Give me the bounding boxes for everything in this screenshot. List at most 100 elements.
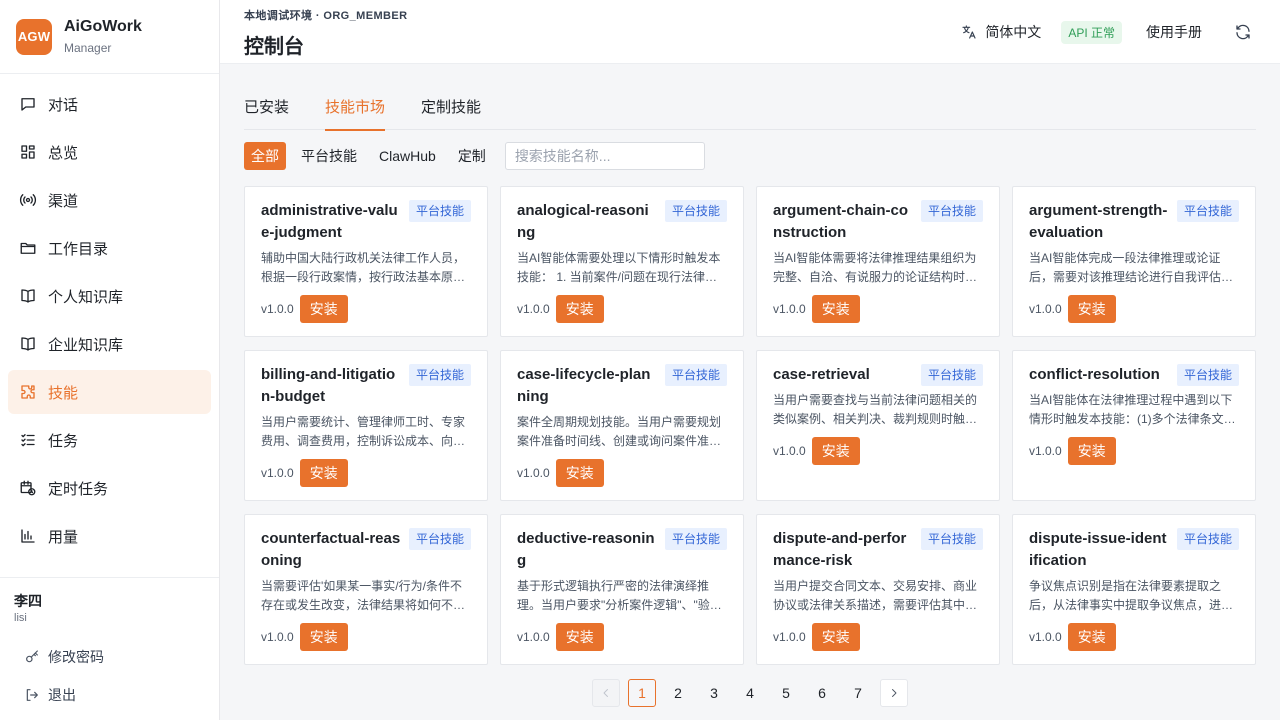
skill-description: 当用户需要查找与当前法律问题相关的类似案例、相关判决、裁判规则时触发本技能。: [773, 393, 978, 426]
install-button[interactable]: 安装: [555, 459, 604, 487]
install-button[interactable]: 安装: [1067, 623, 1116, 651]
sidebar-item-label: 个人知识库: [48, 288, 124, 306]
skill-card[interactable]: dispute-and-performance-risk 平台技能 当用户提交合同文…: [756, 514, 1000, 665]
skill-search-input[interactable]: [504, 142, 705, 170]
install-button[interactable]: 安装: [811, 295, 860, 323]
page-number[interactable]: 2: [664, 679, 692, 707]
sidebar-item-label: 技能: [48, 384, 79, 402]
skill-card[interactable]: analogical-reasoning 平台技能 当AI智能体需要处理以下情形时触…: [500, 186, 744, 337]
skill-name: conflict-resolution: [1029, 366, 1160, 383]
skill-source-badge: 平台技能: [408, 364, 471, 386]
skill-source-badge: 平台技能: [920, 364, 983, 386]
skill-version: v1.0.0: [773, 630, 806, 644]
install-button[interactable]: 安装: [299, 295, 348, 323]
page-number[interactable]: 6: [808, 679, 836, 707]
filter-chip[interactable]: 全部: [244, 142, 286, 170]
sidebar-item-label: 任务: [48, 432, 79, 450]
skill-card[interactable]: billing-and-litigation-budget 平台技能 当用户需要统计…: [244, 350, 488, 501]
sidebar-item-4[interactable]: 工作目录: [8, 226, 211, 270]
refresh-icon: [1236, 24, 1250, 40]
next-page-button[interactable]: [880, 679, 908, 707]
page-number[interactable]: 7: [844, 679, 872, 707]
sidebar-item-8[interactable]: 任务: [8, 418, 211, 462]
skill-name: administrative-value-judgment: [261, 202, 398, 241]
checklist-icon: [18, 430, 38, 450]
filter-chip[interactable]: 平台技能: [294, 142, 364, 170]
sidebar-item-9[interactable]: 定时任务: [8, 466, 211, 510]
sidebar-item-label: 对话: [48, 96, 79, 114]
skill-card[interactable]: conflict-resolution 平台技能 当AI智能体在法律推理过程中遇到以…: [1012, 350, 1256, 501]
skill-name: billing-and-litigation-budget: [261, 366, 396, 405]
tab-1[interactable]: 已安装: [244, 90, 289, 130]
book-icon: [18, 286, 38, 306]
sidebar-item-6[interactable]: 企业知识库: [8, 322, 211, 366]
skill-version: v1.0.0: [261, 466, 294, 480]
user-display-name: 李四: [14, 593, 42, 609]
prev-page-button[interactable]: [592, 679, 620, 707]
install-button[interactable]: 安装: [811, 437, 860, 465]
skill-card[interactable]: administrative-value-judgment 平台技能 辅助中国大陆行…: [244, 186, 488, 337]
filter-chip[interactable]: 定制: [451, 142, 493, 170]
folder-icon: [18, 238, 38, 258]
sidebar-item-3[interactable]: 渠道: [8, 178, 211, 222]
chat-icon: [18, 94, 38, 114]
logout-label: 退出: [48, 687, 76, 703]
page-number[interactable]: 1: [628, 679, 656, 707]
refresh-button[interactable]: [1234, 23, 1252, 41]
language-switcher[interactable]: 简体中文: [961, 22, 1041, 42]
api-status-badge: API 正常: [1061, 20, 1122, 44]
install-button[interactable]: 安装: [555, 295, 604, 323]
sidebar-item-2[interactable]: 总览: [8, 130, 211, 174]
change-password-button[interactable]: 修改密码: [14, 638, 205, 676]
skill-version: v1.0.0: [1029, 630, 1062, 644]
skill-source-badge: 平台技能: [664, 364, 727, 386]
page-number[interactable]: 4: [736, 679, 764, 707]
tab-3[interactable]: 定制技能: [421, 90, 481, 130]
skill-name: dispute-issue-identification: [1029, 530, 1167, 569]
bar-chart-icon: [18, 526, 38, 546]
sidebar-item-5[interactable]: 个人知识库: [8, 274, 211, 318]
sidebar-item-1[interactable]: 对话: [8, 82, 211, 126]
install-button[interactable]: 安装: [555, 623, 604, 651]
skill-name: argument-strength-evaluation: [1029, 202, 1168, 241]
page-number[interactable]: 3: [700, 679, 728, 707]
install-button[interactable]: 安装: [811, 623, 860, 651]
puzzle-icon: [18, 382, 38, 402]
skill-source-badge: 平台技能: [664, 528, 727, 550]
user-panel: 李四 lisi 修改密码 退出: [0, 577, 219, 720]
skill-card[interactable]: counterfactual-reasoning 平台技能 当需要评估'如果某一事实…: [244, 514, 488, 665]
install-button[interactable]: 安装: [299, 459, 348, 487]
manual-link[interactable]: 使用手册: [1146, 22, 1202, 42]
skill-description: 案件全周期规划技能。当用户需要规划案件准备时间线、创建或询问案件准备计划时触发。: [517, 415, 722, 448]
broadcast-icon: [18, 190, 38, 210]
install-button[interactable]: 安装: [1067, 437, 1116, 465]
tab-2[interactable]: 技能市场: [325, 90, 386, 131]
skill-source-badge: 平台技能: [408, 200, 471, 222]
logout-button[interactable]: 退出: [14, 676, 205, 714]
skill-source-badge: 平台技能: [1176, 200, 1239, 222]
sidebar-item-label: 工作目录: [48, 240, 109, 258]
sidebar-item-10[interactable]: 用量: [8, 514, 211, 558]
skill-card[interactable]: deductive-reasoning 平台技能 基于形式逻辑执行严密的法律演绎推理…: [500, 514, 744, 665]
skill-card[interactable]: argument-strength-evaluation 平台技能 当AI智能体完成…: [1012, 186, 1256, 337]
install-button[interactable]: 安装: [1067, 295, 1116, 323]
skill-version: v1.0.0: [261, 630, 294, 644]
install-button[interactable]: 安装: [299, 623, 348, 651]
skill-version: v1.0.0: [1029, 302, 1062, 316]
page-number[interactable]: 5: [772, 679, 800, 707]
sidebar-item-7[interactable]: 技能: [8, 370, 211, 414]
skill-card[interactable]: argument-chain-construction 平台技能 当AI智能体需要将…: [756, 186, 1000, 337]
skill-card[interactable]: dispute-issue-identification 平台技能 争议焦点识别是指…: [1012, 514, 1256, 665]
skill-version: v1.0.0: [1029, 444, 1062, 458]
skill-version: v1.0.0: [261, 302, 294, 316]
skill-source-badge: 平台技能: [920, 528, 983, 550]
key-icon: [26, 650, 38, 663]
dashboard-icon: [18, 142, 38, 162]
translate-icon: [962, 25, 976, 39]
skill-name: case-retrieval: [773, 366, 870, 383]
skill-description: 基于形式逻辑执行严密的法律演绎推理。当用户要求"分析案件逻辑"、"验证推理"时触…: [517, 579, 722, 612]
sidebar-item-label: 定时任务: [48, 480, 109, 498]
skill-card[interactable]: case-lifecycle-planning 平台技能 案件全周期规划技能。当用户…: [500, 350, 744, 501]
skill-card[interactable]: case-retrieval 平台技能当用户需要查找与当前法律问题相关的类似案例、…: [756, 350, 1000, 501]
filter-chip[interactable]: ClawHub: [372, 142, 443, 170]
